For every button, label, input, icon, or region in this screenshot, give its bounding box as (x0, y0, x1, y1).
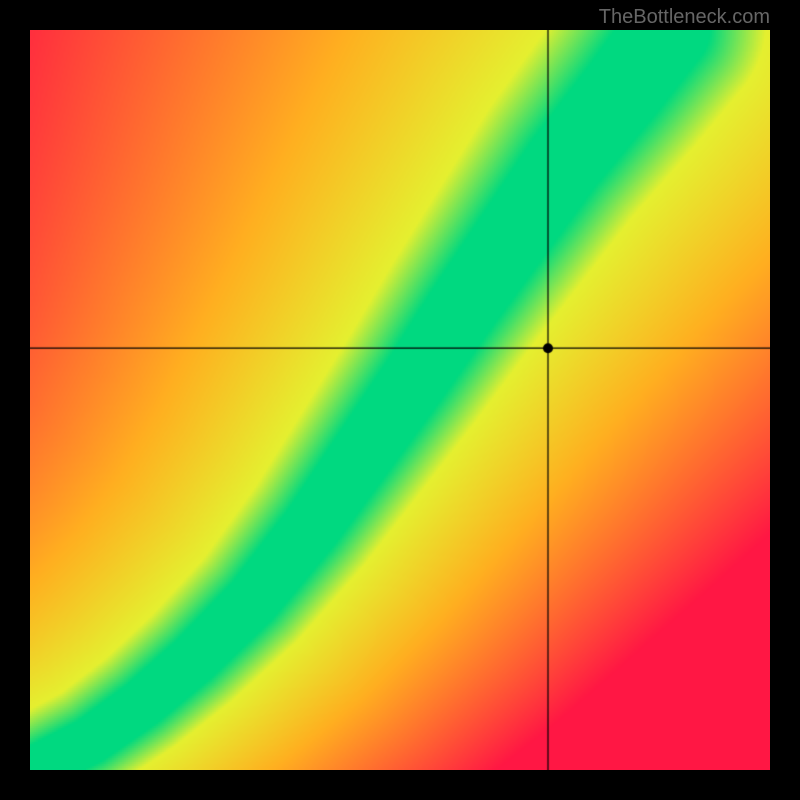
watermark-text: TheBottleneck.com (599, 6, 770, 29)
bottleneck-heatmap-chart (30, 30, 770, 770)
heatmap-canvas (30, 30, 770, 770)
